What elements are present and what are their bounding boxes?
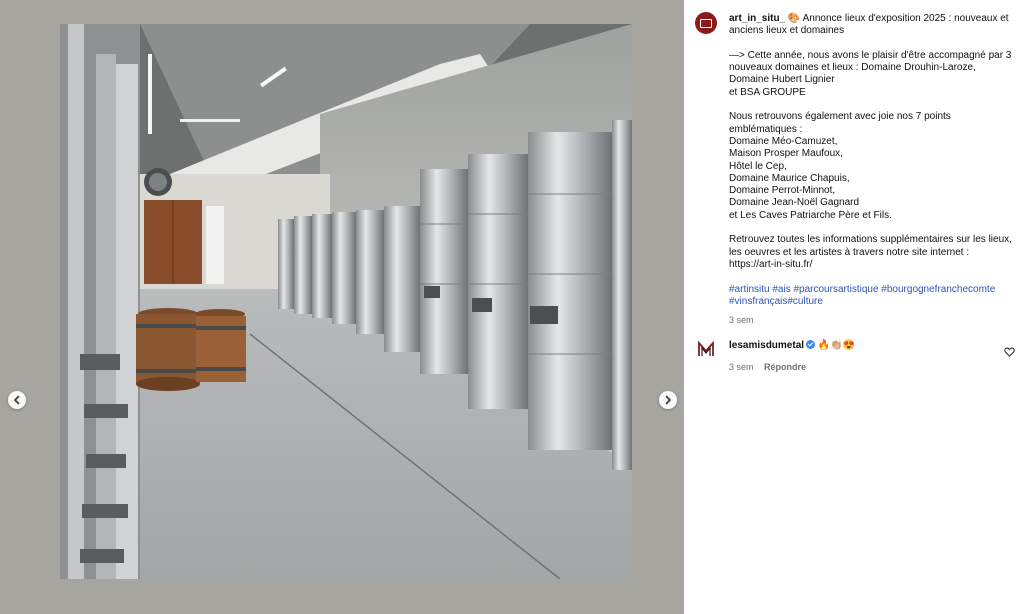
caption-line: —> Cette année, nous avons le plaisir d'…	[729, 49, 1012, 74]
caption-line: Domaine Maurice Chapuis,	[729, 172, 850, 184]
caption-line: et Les Caves Patriarche Père et Fils.	[729, 209, 892, 221]
reply-button[interactable]: Répondre	[764, 362, 806, 372]
avatar-logo-icon	[700, 18, 712, 28]
author-avatar[interactable]	[695, 12, 717, 34]
post-photo	[60, 24, 632, 579]
commenter-logo-icon	[698, 340, 714, 356]
chevron-right-icon	[665, 395, 671, 405]
winery-tank-room-image	[60, 24, 632, 579]
caption-line: Domaine Hubert Lignier	[729, 74, 835, 86]
next-image-button[interactable]	[659, 391, 677, 409]
like-comment-button[interactable]	[1004, 344, 1015, 362]
commenter-avatar[interactable]	[695, 338, 717, 360]
heart-icon	[1004, 347, 1015, 357]
comment-timestamp[interactable]: 3 sem	[729, 362, 754, 372]
caption-line: Domaine Méo-Camuzet,	[729, 135, 838, 147]
caption-line: Retrouvez toutes les informations supplé…	[729, 234, 1012, 258]
comment-text: 🔥👏🏼😍	[817, 340, 856, 351]
title-emoji: 🎨	[787, 13, 801, 24]
verified-badge-icon	[806, 340, 816, 349]
caption-line: Hôtel le Cep,	[729, 160, 787, 172]
website-link[interactable]: https://art-in-situ.fr/	[729, 259, 1014, 271]
caption-line: Maison Prosper Maufoux,	[729, 148, 843, 160]
post-timestamp[interactable]: 3 sem	[729, 314, 1014, 326]
chevron-left-icon	[14, 395, 20, 405]
post-sidebar: art_in_situ_ 🎨 Annonce lieux d'expositio…	[684, 0, 1024, 614]
author-username[interactable]: art_in_situ_	[729, 13, 785, 24]
caption-line: et BSA GROUPE	[729, 86, 806, 98]
caption-line: Domaine Jean-Noël Gagnard	[729, 197, 860, 209]
post-caption: art_in_situ_ 🎨 Annonce lieux d'expositio…	[729, 13, 1014, 326]
commenter-username[interactable]: lesamisdumetal	[729, 340, 804, 351]
caption-line: Domaine Perrot-Minnot,	[729, 185, 836, 197]
caption-line: Nous retrouvons également avec joie nos …	[729, 111, 951, 135]
media-pane	[0, 0, 684, 614]
hashtags[interactable]: #artinsitu #ais #parcoursartistique #bou…	[729, 284, 995, 307]
previous-image-button[interactable]	[8, 391, 26, 409]
